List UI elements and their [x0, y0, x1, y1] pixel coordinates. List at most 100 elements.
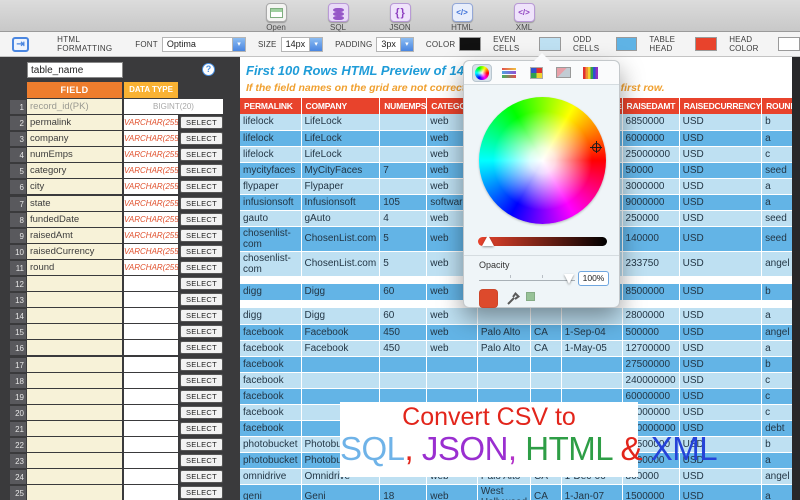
field-rows: 1record_id(PK)BIGINT(20)2permalinkVARCHA… — [0, 99, 240, 500]
table-cell: 6850000 — [622, 114, 679, 130]
table-cell — [427, 372, 478, 388]
sql-button[interactable]: SQL — [318, 3, 358, 32]
row-number: 21 — [10, 422, 26, 436]
color-wheel[interactable] — [479, 97, 606, 224]
sql-label: SQL — [330, 23, 346, 32]
select-type-button[interactable]: SELECT — [180, 180, 223, 193]
table-cell: seed — [762, 162, 792, 178]
table-row: diggDigg60web2800000USDa — [240, 308, 792, 324]
tab-crayons[interactable] — [580, 64, 600, 82]
secondary-color-swatch[interactable] — [526, 292, 535, 301]
select-type-button[interactable]: SELECT — [180, 277, 223, 290]
table-cell: omnidrive — [240, 468, 301, 484]
select-type-button[interactable]: SELECT — [180, 470, 223, 483]
table-cell: web — [427, 340, 478, 356]
table-cell: 50000 — [622, 162, 679, 178]
row-number: 23 — [10, 454, 26, 468]
text-color-swatch[interactable] — [459, 37, 481, 51]
select-type-button[interactable]: SELECT — [180, 148, 223, 161]
row-number: 19 — [10, 390, 26, 404]
app-window: { "app_toolbar": { "items": [ {"label": … — [0, 0, 800, 500]
select-type-button[interactable]: SELECT — [180, 486, 223, 499]
table-cell: USD — [679, 388, 762, 404]
select-type-button[interactable]: SELECT — [180, 132, 223, 145]
brightness-slider-thumb[interactable] — [482, 235, 494, 246]
field-row: 16SELECT — [0, 340, 240, 356]
select-type-button[interactable]: SELECT — [180, 229, 223, 242]
select-type-button[interactable]: SELECT — [180, 390, 223, 403]
select-type-button[interactable]: SELECT — [180, 293, 223, 306]
select-type-button[interactable]: SELECT — [180, 197, 223, 210]
table-cell: 25000000 — [622, 146, 679, 162]
field-name-cell: category — [27, 163, 122, 178]
table-cell: c — [762, 146, 792, 162]
select-type-button[interactable]: SELECT — [180, 358, 223, 371]
row-number: 17 — [10, 358, 26, 372]
row-number: 8 — [10, 213, 26, 227]
html-button[interactable]: </> HTML — [442, 3, 482, 32]
even-cells-swatch[interactable] — [539, 37, 561, 51]
size-select[interactable]: 14px ▾ — [281, 37, 324, 52]
table-cell: LifeLock — [301, 130, 380, 146]
data-type-cell — [124, 485, 178, 500]
select-type-button[interactable]: SELECT — [180, 454, 223, 467]
selected-color-swatch[interactable] — [479, 289, 498, 308]
table-cell: angel — [762, 468, 792, 484]
select-type-button[interactable]: SELECT — [180, 374, 223, 387]
table-cell — [531, 308, 562, 324]
opacity-tick — [510, 275, 511, 278]
table-cell: USD — [679, 114, 762, 130]
field-name-cell — [27, 453, 122, 468]
color-picker-popup: Opacity 100% — [463, 60, 620, 308]
open-button[interactable]: Open — [256, 3, 296, 32]
opacity-value-field[interactable]: 100% — [578, 271, 609, 286]
help-icon[interactable]: ? — [202, 63, 215, 76]
select-type-button[interactable]: SELECT — [180, 325, 223, 338]
table-head-swatch[interactable] — [695, 37, 717, 51]
table-cell — [561, 308, 622, 324]
select-type-button[interactable]: SELECT — [180, 213, 223, 226]
select-type-button[interactable]: SELECT — [180, 245, 223, 258]
select-type-button[interactable]: SELECT — [180, 116, 223, 129]
color-wheel-cursor-icon[interactable] — [590, 141, 602, 153]
field-name-cell — [27, 421, 122, 436]
select-type-button[interactable]: SELECT — [180, 341, 223, 354]
tab-color-palettes[interactable] — [526, 64, 546, 82]
table-cell: facebook — [240, 388, 301, 404]
select-type-button[interactable]: SELECT — [180, 422, 223, 435]
xml-button[interactable]: </> XML — [504, 3, 544, 32]
field-row: 22SELECT — [0, 437, 240, 453]
table-cell: lifelock — [240, 146, 301, 162]
odd-cells-swatch[interactable] — [616, 37, 638, 51]
padding-select[interactable]: 3px ▾ — [376, 37, 414, 52]
brightness-slider[interactable] — [478, 237, 607, 246]
field-mapping-panel: ? FIELD DATA TYPE 1record_id(PK)BIGINT(2… — [0, 57, 240, 500]
opacity-slider[interactable] — [479, 280, 575, 281]
crayons-icon — [583, 67, 598, 79]
tab-color-wheel[interactable] — [472, 64, 492, 82]
select-type-button[interactable]: SELECT — [180, 309, 223, 322]
select-type-button[interactable]: SELECT — [180, 438, 223, 451]
promo-line2: SQL, JSON, HTML & XML — [340, 430, 638, 468]
tab-image-palettes[interactable] — [553, 64, 573, 82]
table-cell: geni — [240, 484, 301, 500]
table-cell: a — [762, 340, 792, 356]
table-cell: LifeLock — [301, 114, 380, 130]
table-cell: USD — [679, 210, 762, 226]
row-number: 12 — [10, 277, 26, 291]
table-head-label: TABLE HEAD — [649, 35, 691, 53]
head-color-swatch[interactable] — [778, 37, 800, 51]
select-type-button[interactable]: SELECT — [180, 406, 223, 419]
field-name-cell — [27, 324, 122, 339]
select-type-button[interactable]: SELECT — [180, 164, 223, 177]
tab-color-sliders[interactable] — [499, 64, 519, 82]
select-type-button[interactable]: SELECT — [180, 261, 223, 274]
table-cell: 6000000 — [622, 130, 679, 146]
eyedropper-icon[interactable] — [506, 291, 521, 306]
row-number: 9 — [10, 229, 26, 243]
font-select[interactable]: Optima ▾ — [162, 37, 246, 52]
table-name-input[interactable] — [27, 62, 123, 78]
import-icon[interactable]: ⇥ — [12, 37, 29, 52]
opacity-slider-thumb[interactable] — [564, 274, 574, 284]
json-button[interactable]: { } JSON — [380, 3, 420, 32]
